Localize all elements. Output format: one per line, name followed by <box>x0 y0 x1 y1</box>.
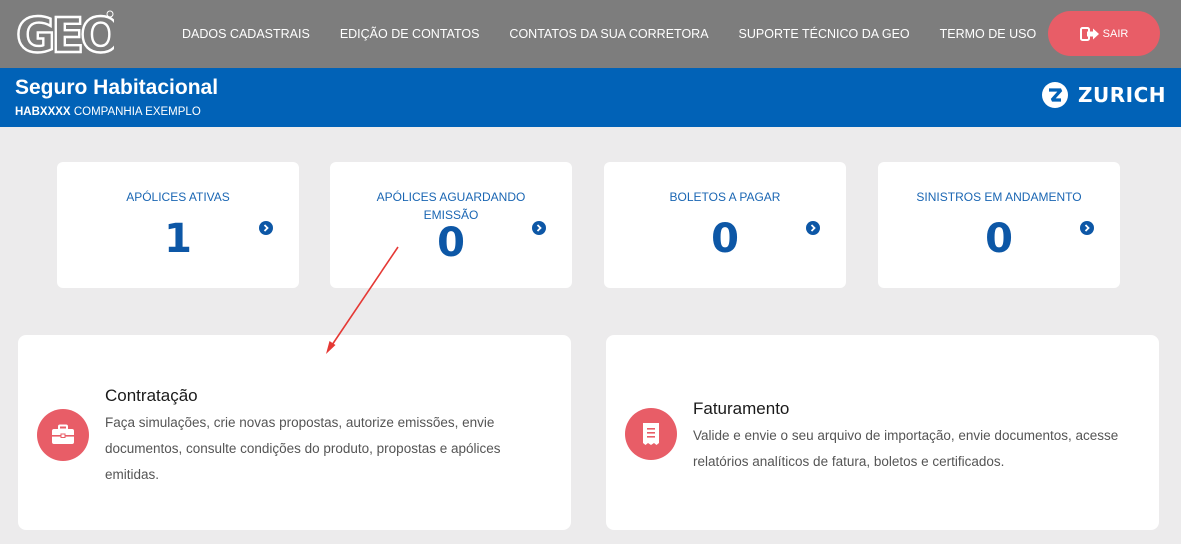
chevron-right-icon[interactable] <box>806 221 820 235</box>
stat-label: APÓLICES AGUARDANDO EMISSÃO <box>376 190 526 222</box>
company-name: COMPANHIA EXEMPLO <box>73 106 201 118</box>
main-nav: DADOS CADASTRAIS EDIÇÃO DE CONTATOS CONT… <box>182 0 1066 68</box>
page-title: Seguro Habitacional <box>15 76 219 99</box>
sign-out-icon <box>1079 26 1099 41</box>
stat-card-boletos[interactable]: BOLETOS A PAGAR 0 <box>604 162 846 288</box>
nav-termo-uso[interactable]: TERMO DE USO <box>940 27 1037 41</box>
nav-suporte-tecnico[interactable]: SUPORTE TÉCNICO DA GEO <box>739 27 910 41</box>
stat-label: SINISTROS EM ANDAMENTO <box>916 190 1082 204</box>
top-navigation-bar: GEO DADOS CADASTRAIS EDIÇÃO DE CONTATOS … <box>0 0 1181 68</box>
chevron-right-icon[interactable] <box>1080 221 1094 235</box>
feature-description: Valide e envie o seu arquivo de importaç… <box>693 428 1119 469</box>
stat-label: APÓLICES ATIVAS <box>126 190 230 204</box>
geo-logo[interactable]: GEO <box>14 7 125 65</box>
stat-card-sinistros[interactable]: SINISTROS EM ANDAMENTO 0 <box>878 162 1120 288</box>
zurich-logo-icon <box>1042 82 1068 108</box>
feature-description: Faça simulações, crie novas propostas, a… <box>105 415 501 482</box>
feature-card-faturamento[interactable]: Faturamento Valide e envie o seu arquivo… <box>606 335 1159 530</box>
stat-label: BOLETOS A PAGAR <box>669 190 781 204</box>
chevron-right-icon[interactable] <box>259 221 273 235</box>
chevron-right-icon[interactable] <box>532 221 546 235</box>
zurich-brand: ZURICH <box>1042 82 1166 108</box>
policy-identifier: HABXXXX COMPANHIA EXEMPLO <box>15 106 201 118</box>
document-icon <box>625 408 677 460</box>
nav-dados-cadastrais[interactable]: DADOS CADASTRAIS <box>182 27 310 41</box>
nav-edicao-contatos[interactable]: EDIÇÃO DE CONTATOS <box>340 27 480 41</box>
nav-contatos-corretora[interactable]: CONTATOS DA SUA CORRETORA <box>509 27 708 41</box>
policy-code: HABXXXX <box>15 106 71 118</box>
stat-card-apolices-ativas[interactable]: APÓLICES ATIVAS 1 <box>57 162 299 288</box>
logout-label: SAIR <box>1102 27 1129 40</box>
feature-title: Faturamento <box>693 399 790 418</box>
svg-text:GEO: GEO <box>16 8 114 60</box>
feature-card-contratacao[interactable]: Contratação Faça simulações, crie novas … <box>18 335 571 530</box>
stat-card-apolices-aguardando[interactable]: APÓLICES AGUARDANDO EMISSÃO 0 <box>330 162 572 288</box>
briefcase-icon <box>37 409 89 461</box>
brand-name: ZURICH <box>1078 83 1166 107</box>
feature-title: Contratação <box>105 386 198 405</box>
logout-button[interactable]: SAIR <box>1048 11 1160 56</box>
